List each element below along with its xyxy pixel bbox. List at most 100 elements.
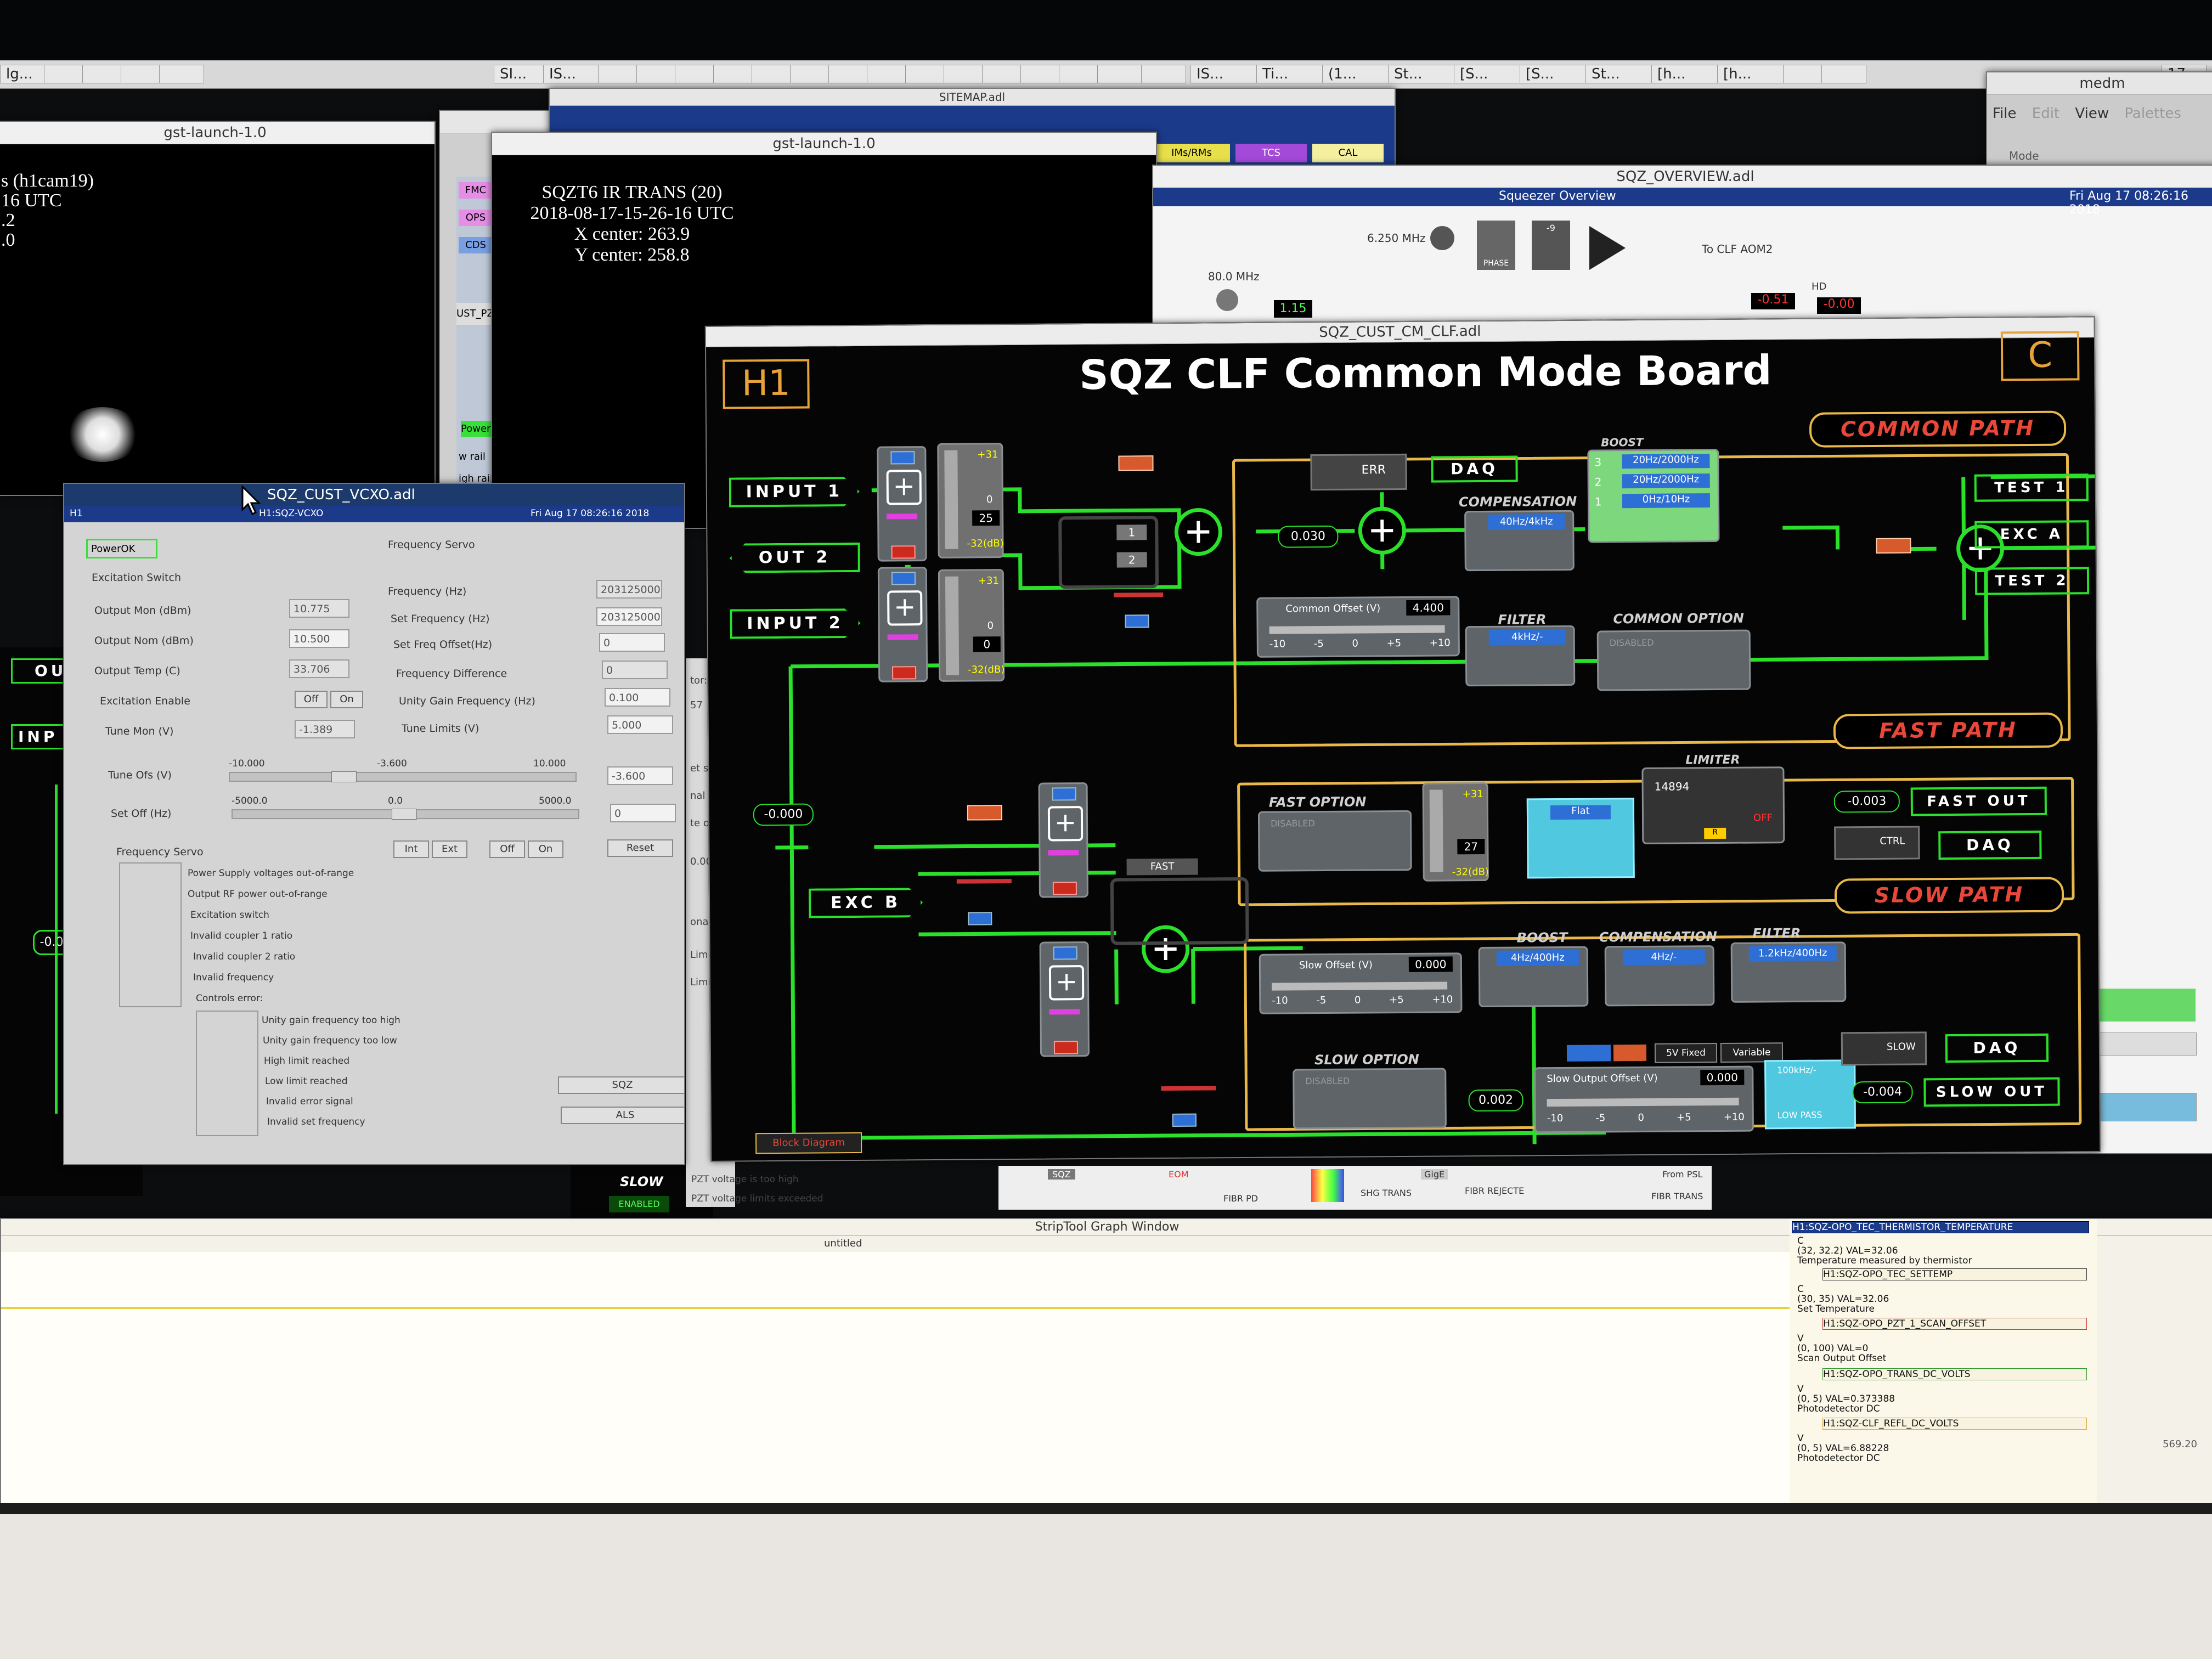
striptool-window[interactable]: StripTool Graph Window untitled H1:SQZ-O… [0, 1218, 2212, 1516]
slow-filter[interactable]: 1.2kHz/400Hz [1730, 941, 1847, 1003]
task-item[interactable]: St... [1388, 65, 1455, 83]
int-button[interactable]: Int [393, 840, 429, 858]
input-swap-button[interactable] [1118, 455, 1154, 471]
task-item[interactable]: St... [1585, 65, 1652, 83]
fast-out-output[interactable]: FAST OUT [1910, 786, 2047, 816]
input-2-enable-widget[interactable]: + [877, 567, 928, 682]
legend-signal-name[interactable]: H1:SQZ-OPO_TEC_SETTEMP [1822, 1268, 2087, 1280]
task-item[interactable]: [h... [1717, 65, 1784, 83]
legend-signal-name[interactable]: H1:SQZ-CLF_REFL_DC_VOLTS [1822, 1418, 2087, 1430]
daq-fast[interactable]: DAQ [1938, 830, 2042, 860]
flat-filter[interactable]: Flat [1526, 798, 1635, 879]
limiter-widget[interactable]: 14894 OFF R [1641, 766, 1785, 844]
disable-button[interactable] [1052, 882, 1077, 895]
test-swap-button[interactable] [1876, 538, 1911, 554]
exc-a-input[interactable]: EXC A [1974, 520, 2089, 549]
strip-plot-area[interactable] [1, 1252, 1790, 1515]
slow-button[interactable]: SLOW [1841, 1031, 1927, 1066]
servo-off-button[interactable]: Off [489, 840, 525, 858]
menu-palettes[interactable]: Palettes [2124, 105, 2181, 122]
legend-signal-name[interactable]: H1:SQZ-OPO_TEC_THERMISTOR_TEMPERATURE [1792, 1221, 2089, 1233]
als-link-button[interactable]: ALS [561, 1107, 684, 1124]
compensation-filter[interactable]: 40Hz/4kHz [1464, 510, 1575, 572]
menu-file[interactable]: File [1993, 105, 2017, 122]
slow-compensation-filter[interactable]: 4Hz/- [1604, 945, 1715, 1007]
task-item[interactable]: (1... [1322, 65, 1389, 83]
slow-option-widget[interactable]: DISABLED [1293, 1068, 1447, 1130]
enable-button[interactable] [891, 572, 916, 585]
test-2-output[interactable]: TEST 2 [1974, 567, 2090, 595]
task-item[interactable]: lg... [0, 65, 45, 83]
gain-track[interactable] [1429, 789, 1443, 872]
task-item[interactable]: [h... [1651, 65, 1718, 83]
gst-launch-window-left[interactable]: gst-launch-1.0 s (h1cam19) 16 UTC .2 .0 [0, 121, 436, 496]
output-nom-field[interactable]: 10.500 [289, 629, 349, 648]
slow-out-output[interactable]: SLOW OUT [1923, 1077, 2060, 1107]
task-item[interactable]: IS... [1190, 65, 1257, 83]
ext-button[interactable]: Ext [432, 840, 467, 858]
daq-slow[interactable]: DAQ [1945, 1033, 2049, 1063]
fast-swap-button[interactable] [967, 805, 1003, 821]
menu-edit[interactable]: Edit [2032, 105, 2059, 122]
err-button[interactable]: ERR [1310, 453, 1407, 491]
slider-track[interactable] [1272, 981, 1448, 991]
input-switch[interactable]: 1 2 [1058, 516, 1159, 589]
set-frequency-field[interactable]: 203125000 [596, 607, 662, 626]
enable-button[interactable] [890, 451, 915, 465]
cds-button[interactable]: CDS [459, 237, 493, 253]
slow-mode-button[interactable] [1566, 1045, 1611, 1062]
fast-enable-widget[interactable]: + [1038, 782, 1089, 898]
slow-output-offset-slider[interactable]: Slow Output Offset (V) 0.000 -10 -5 0 +5… [1534, 1065, 1754, 1133]
cm-board-window[interactable]: SQZ_CUST_CM_CLF.adl H1 SQZ CLF Common Mo… [704, 316, 2101, 1162]
slider-handle[interactable] [331, 771, 357, 782]
low-pass-filter[interactable]: 100kHz/- LOW PASS [1764, 1059, 1856, 1130]
task-item[interactable] [159, 65, 204, 83]
tune-limits-field[interactable]: 5.000 [607, 715, 673, 734]
task-item[interactable]: SI... [494, 65, 544, 83]
gain-track[interactable] [944, 450, 958, 549]
fast-option-widget[interactable]: DISABLED [1257, 810, 1412, 872]
slow-offset-slider[interactable]: Slow Offset (V) 0.000 -10 -5 0 +5 +10 [1259, 952, 1463, 1014]
disable-button[interactable] [892, 666, 917, 680]
input-1-label[interactable]: INPUT 1 [729, 477, 860, 507]
enable-button[interactable] [1053, 946, 1077, 960]
disable-button[interactable] [1053, 1041, 1078, 1054]
task-item[interactable] [1821, 65, 1866, 83]
cal-button[interactable]: CAL [1312, 144, 1384, 162]
fast-gain-slider[interactable]: +31 27 -32(dB) [1422, 782, 1489, 882]
gain-track[interactable] [945, 576, 960, 675]
input-2-label[interactable]: INPUT 2 [730, 608, 860, 639]
tcs-button[interactable]: TCS [1235, 144, 1307, 162]
unity-gain-field[interactable]: 0.100 [605, 688, 670, 707]
enable-button[interactable] [1052, 787, 1076, 801]
input-1-gain-slider[interactable]: +31 0 25 -32(dB) [937, 443, 1004, 558]
legend-signal-name[interactable]: H1:SQZ-OPO_TRANS_DC_VOLTS [1822, 1368, 2087, 1380]
ctrl-button[interactable]: CTRL [1834, 826, 1920, 860]
disable-button[interactable] [891, 545, 916, 559]
task-item[interactable] [1097, 65, 1142, 83]
slider-handle[interactable] [392, 809, 417, 820]
input-2-gain-slider[interactable]: +31 0 0 -32(dB) [938, 569, 1005, 682]
tune-ofs-slider[interactable] [229, 771, 577, 782]
block-diagram-button[interactable]: Block Diagram [755, 1132, 862, 1154]
slider-track[interactable] [1547, 1097, 1739, 1107]
out-2-label[interactable]: OUT 2 [729, 543, 860, 573]
common-filter[interactable]: 4kHz/- [1465, 625, 1576, 687]
sqz-link-button[interactable]: SQZ [558, 1076, 684, 1094]
slow-toggle-button[interactable] [1172, 1113, 1197, 1127]
fmc-button[interactable]: FMC [459, 182, 493, 199]
menu-view[interactable]: View [2075, 105, 2109, 122]
task-item[interactable]: IS... [543, 65, 599, 83]
set-off-slider[interactable] [232, 809, 579, 820]
task-item[interactable]: Ti... [1256, 65, 1323, 83]
exc-b-label[interactable]: EXC B [809, 888, 923, 918]
reset-button[interactable]: Reset [607, 839, 673, 857]
task-item[interactable] [1141, 65, 1186, 83]
slow-mode-button[interactable] [1613, 1044, 1647, 1062]
input-1-enable-widget[interactable]: + [877, 446, 927, 562]
5v-fixed-button[interactable]: 5V Fixed [1654, 1043, 1718, 1063]
task-item[interactable]: [S... [1454, 65, 1521, 83]
daq-common[interactable]: DAQ [1431, 455, 1518, 483]
tune-ofs-field[interactable]: -3.600 [607, 766, 673, 785]
ops-button[interactable]: OPS [459, 210, 493, 226]
